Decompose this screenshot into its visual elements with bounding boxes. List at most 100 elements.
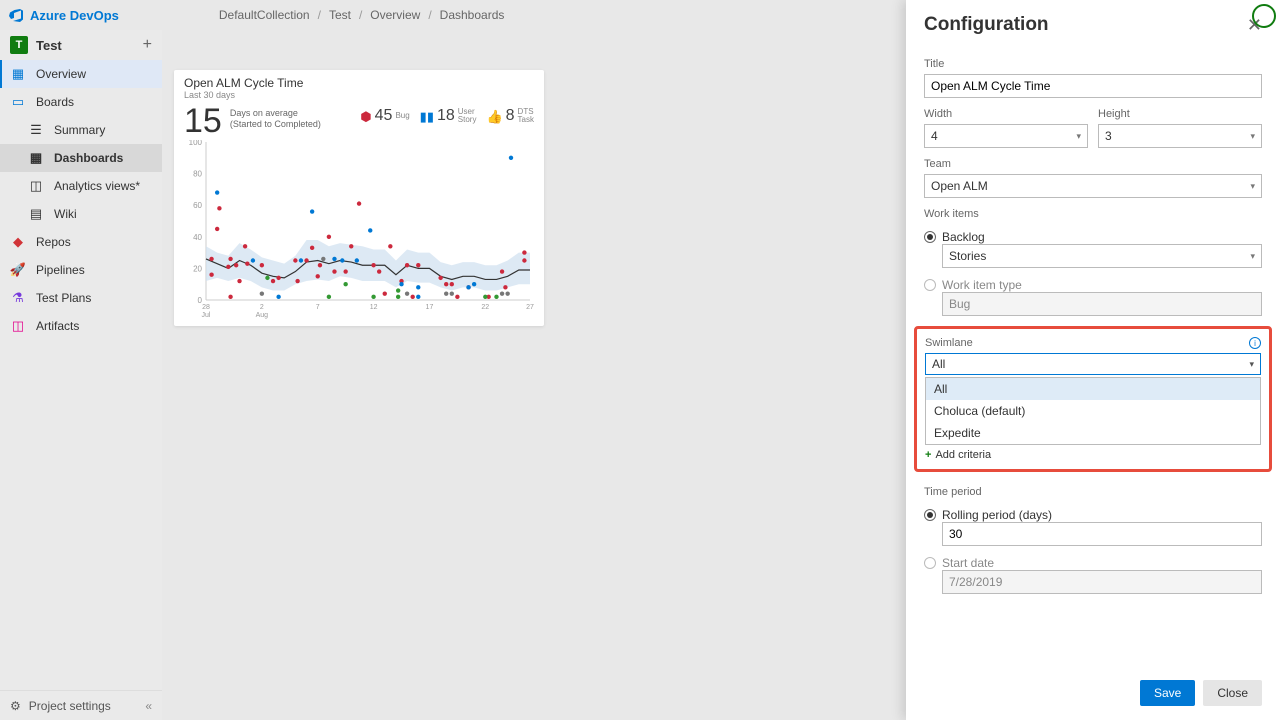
nav-repos[interactable]: ◆ Repos bbox=[0, 228, 162, 256]
radio-off-icon bbox=[924, 279, 936, 291]
analytics-icon: ◫ bbox=[28, 178, 44, 194]
chevron-down-icon: ▾ bbox=[1249, 359, 1254, 370]
title-input[interactable] bbox=[924, 74, 1262, 98]
swimlane-option[interactable]: Choluca (default) bbox=[926, 400, 1260, 422]
pipelines-icon: 🚀 bbox=[10, 262, 26, 278]
collapse-icon[interactable]: « bbox=[145, 699, 152, 713]
task-icon: 👍 bbox=[486, 110, 502, 123]
rolling-radio[interactable]: Rolling period (days) bbox=[924, 508, 1262, 522]
nav-label: Pipelines bbox=[36, 263, 85, 277]
nav-artifacts[interactable]: ◫ Artifacts bbox=[0, 312, 162, 340]
swimlane-option[interactable]: All bbox=[926, 378, 1260, 400]
svg-text:17: 17 bbox=[426, 304, 434, 311]
nav-dashboards[interactable]: ▦ Dashboards bbox=[0, 144, 162, 172]
svg-text:Jul: Jul bbox=[202, 312, 211, 319]
nav-label: Wiki bbox=[54, 207, 77, 221]
svg-text:7: 7 bbox=[316, 304, 320, 311]
chevron-down-icon: ▾ bbox=[1250, 131, 1255, 142]
info-icon[interactable]: i bbox=[1249, 337, 1261, 349]
startdate-input bbox=[942, 570, 1262, 594]
nav-analytics[interactable]: ◫ Analytics views* bbox=[0, 172, 162, 200]
svg-text:2: 2 bbox=[260, 304, 264, 311]
wit-input bbox=[942, 292, 1262, 316]
avg-days: 15 bbox=[184, 104, 222, 138]
swimlane-dropdown: All Choluca (default) Expedite bbox=[925, 377, 1261, 445]
cycle-time-widget[interactable]: Open ALM Cycle Time Last 30 days 15 Days… bbox=[174, 70, 544, 326]
team-select[interactable]: Open ALM▾ bbox=[924, 174, 1262, 198]
artifacts-icon: ◫ bbox=[10, 318, 26, 334]
project-name: Test bbox=[36, 38, 135, 53]
swimlane-select[interactable]: All▾ bbox=[925, 353, 1261, 375]
avg-days-desc: Days on average (Started to Completed) bbox=[230, 104, 321, 130]
nav-boards[interactable]: ▭ Boards bbox=[0, 88, 162, 116]
project-badge: T bbox=[10, 36, 28, 54]
workitems-label: Work items bbox=[924, 208, 1262, 220]
project-settings[interactable]: ⚙ Project settings « bbox=[0, 690, 162, 720]
save-button[interactable]: Save bbox=[1140, 680, 1195, 706]
rolling-input[interactable] bbox=[942, 522, 1262, 546]
width-select[interactable]: 4▾ bbox=[924, 124, 1088, 148]
user-avatar[interactable] bbox=[1252, 4, 1276, 28]
close-button[interactable]: Close bbox=[1203, 680, 1262, 706]
breadcrumb-item[interactable]: Test bbox=[329, 8, 351, 22]
nav-label: Overview bbox=[36, 67, 86, 81]
breadcrumbs: DefaultCollection/ Test/ Overview/ Dashb… bbox=[219, 8, 505, 22]
chevron-down-icon: ▾ bbox=[1250, 181, 1255, 192]
height-label: Height bbox=[1098, 108, 1262, 120]
add-icon[interactable]: + bbox=[143, 36, 152, 54]
breadcrumb-item[interactable]: Overview bbox=[370, 8, 420, 22]
nav-pipelines[interactable]: 🚀 Pipelines bbox=[0, 256, 162, 284]
nav-summary[interactable]: ☰ Summary bbox=[0, 116, 162, 144]
title-label: Title bbox=[924, 58, 1262, 70]
project-row[interactable]: T Test + bbox=[0, 30, 162, 60]
gear-icon: ⚙ bbox=[10, 699, 21, 713]
wit-radio[interactable]: Work item type bbox=[924, 278, 1262, 292]
nav-testplans[interactable]: ⚗ Test Plans bbox=[0, 284, 162, 312]
story-icon: ▮▮ bbox=[420, 110, 434, 123]
nav-label: Analytics views* bbox=[54, 179, 140, 193]
swimlane-highlight: Swimlanei All▾ All Choluca (default) Exp… bbox=[914, 326, 1272, 472]
boards-icon: ▭ bbox=[10, 94, 26, 110]
chevron-down-icon: ▾ bbox=[1076, 131, 1081, 142]
svg-text:60: 60 bbox=[193, 201, 202, 210]
add-criteria-link[interactable]: +Add criteria bbox=[925, 449, 1261, 461]
nav-label: Repos bbox=[36, 235, 71, 249]
radio-on-icon bbox=[924, 231, 936, 243]
backlog-select[interactable]: Stories▾ bbox=[942, 244, 1262, 268]
wiki-icon: ▤ bbox=[28, 206, 44, 222]
nav-label: Test Plans bbox=[36, 291, 91, 305]
nav-wiki[interactable]: ▤ Wiki bbox=[0, 200, 162, 228]
nav-overview[interactable]: ▦ Overview bbox=[0, 60, 162, 88]
breadcrumb-item[interactable]: Dashboards bbox=[440, 8, 505, 22]
testplans-icon: ⚗ bbox=[10, 290, 26, 306]
svg-text:40: 40 bbox=[193, 233, 202, 242]
bug-icon: ⬢ bbox=[360, 110, 371, 123]
height-select[interactable]: 3▾ bbox=[1098, 124, 1262, 148]
brand-text: Azure DevOps bbox=[30, 8, 119, 23]
cycle-time-chart: 02040608010028Jul2Aug712172227 bbox=[184, 140, 534, 320]
widget-title: Open ALM Cycle Time bbox=[184, 76, 534, 90]
timeperiod-label: Time period bbox=[924, 486, 1262, 498]
widget-subtitle: Last 30 days bbox=[184, 90, 534, 100]
azure-devops-icon bbox=[8, 7, 24, 23]
overview-icon: ▦ bbox=[10, 66, 26, 82]
swimlane-option[interactable]: Expedite bbox=[926, 422, 1260, 444]
svg-text:20: 20 bbox=[193, 264, 202, 273]
panel-title: Configuration bbox=[924, 14, 1049, 36]
nav-label: Summary bbox=[54, 123, 105, 137]
widget-legend: ⬢45Bug ▮▮18User Story 👍8DTS Task bbox=[360, 104, 534, 125]
chevron-down-icon: ▾ bbox=[1250, 251, 1255, 262]
backlog-radio[interactable]: Backlog bbox=[924, 230, 1262, 244]
team-label: Team bbox=[924, 158, 1262, 170]
svg-text:22: 22 bbox=[481, 304, 489, 311]
svg-text:12: 12 bbox=[370, 304, 378, 311]
swimlane-label: Swimlanei bbox=[925, 337, 1261, 349]
nav-label: Project settings bbox=[29, 699, 111, 713]
breadcrumb-item[interactable]: DefaultCollection bbox=[219, 8, 310, 22]
svg-text:Aug: Aug bbox=[256, 312, 269, 319]
brand[interactable]: Azure DevOps bbox=[8, 7, 119, 23]
svg-text:28: 28 bbox=[202, 304, 210, 311]
startdate-radio[interactable]: Start date bbox=[924, 556, 1262, 570]
svg-text:80: 80 bbox=[193, 170, 202, 179]
svg-text:27: 27 bbox=[526, 304, 534, 311]
